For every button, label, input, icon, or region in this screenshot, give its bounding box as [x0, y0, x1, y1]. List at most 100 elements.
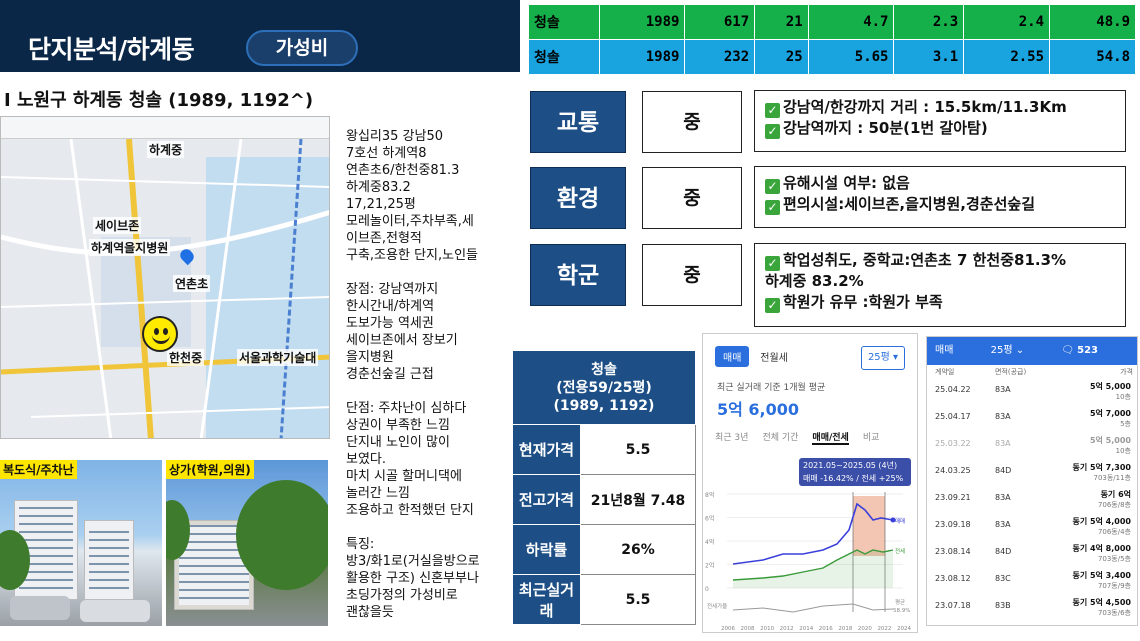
summary-key: 전고가격 — [512, 474, 581, 525]
tx-row[interactable]: 24.03.25 84D 동기 5억 7,300 703동/11층 — [935, 462, 1133, 486]
note-line: 괜찮을듯 — [346, 605, 394, 620]
rating-grade: 중 — [642, 91, 742, 153]
rating-detail-text: 유해시설 여부: 없음 — [783, 174, 910, 192]
tx-price: 동기 5억 3,400 — [1072, 571, 1131, 580]
period-tab[interactable]: 매매/전세 — [812, 430, 849, 445]
tx-date: 23.08.12 — [935, 574, 971, 583]
tx-price: 동기 5억 4,000 — [1072, 517, 1131, 526]
tx-row[interactable]: 23.08.14 84D 동기 4억 8,000 703동/5층 — [935, 543, 1133, 567]
comment-count: 523 — [1077, 345, 1099, 356]
note-line: 을지병원 — [346, 350, 394, 365]
y-tick-label: 0 — [705, 586, 709, 593]
rating-details: ✓ 유해시설 여부: 없음 ✓ 편의시설:세이브존,을지병원,경춘선숲길 — [754, 166, 1126, 228]
note-line: 한시간내/하계역 — [346, 299, 435, 314]
tx-row[interactable]: 25.03.22 83A 5억 5,000 10층 — [935, 435, 1133, 459]
rating-detail-text: 강남역/한강까지 거리 : 15.5km/11.3Km — [783, 98, 1067, 116]
rating-details: ✓ 학업성취도, 중학교:연촌초 7 한천중81.3% 하계중 83.2% ✓ 학원가 … — [754, 243, 1126, 327]
tx-floor: 10층 — [1115, 393, 1131, 401]
title-bar: 단지분석/하계동 가성비 — [0, 0, 520, 72]
comparison-row: 청솔 1989 232 25 5.65 3.1 2.55 54.8 — [528, 39, 1136, 75]
tx-floor: 706동/8층 — [1097, 501, 1131, 509]
note-line: 단점: 주차난이 심하다 — [346, 401, 467, 416]
y-tick-label: 6억 — [705, 515, 714, 523]
summary-row: 전고가격 21년8월 7.48 — [512, 474, 696, 525]
x-tick-label: 2020 — [858, 626, 872, 632]
tx-row[interactable]: 23.07.18 83B 동기 5억 4,500 703동/6층 — [935, 597, 1133, 621]
note-line: 장점: 강남역까지 — [346, 282, 439, 297]
y-tick-label: 4억 — [705, 538, 714, 546]
note-line: 마치 시골 할머니댁에 — [346, 469, 462, 484]
tab-sale[interactable]: 매매 — [715, 346, 750, 367]
x-tick-label: 2018 — [838, 626, 852, 632]
bell-icon[interactable]: ♫ — [1135, 337, 1137, 365]
note-line: 놀러간 느낌 — [346, 486, 410, 501]
summary-key: 하락률 — [512, 524, 581, 575]
tx-date: 25.04.17 — [935, 412, 971, 421]
rating-detail-line: ✓ 편의시설:세이브존,을지병원,경춘선숲길 — [765, 194, 1115, 215]
photo-corridor-building: 복도식/주차난 — [0, 460, 162, 626]
tx-row[interactable]: 25.04.22 83A 5억 5,000 10층 — [935, 381, 1133, 405]
comparison-cell: 54.8 — [1049, 39, 1136, 75]
note-line: 조용하고 한적했던 단지 — [346, 503, 474, 518]
size-select[interactable]: 25평 ▾ — [861, 346, 905, 370]
check-icon: ✓ — [765, 179, 780, 194]
comparison-cell: 2.4 — [963, 4, 1051, 40]
comparison-cell: 21 — [754, 4, 809, 40]
series-label-sale: 매매 — [895, 517, 905, 525]
rating-detail-line: ✓ 학원가 유무 :학원가 부족 — [765, 292, 1115, 313]
period-tab[interactable]: 비교 — [863, 430, 880, 443]
summary-row: 현재가격 5.5 — [512, 424, 696, 475]
footer-ratio-label: 전세가율 — [707, 602, 727, 610]
summary-value: 5.5 — [580, 574, 696, 625]
rating-details: ✓ 강남역/한강까지 거리 : 15.5km/11.3Km ✓ 강남역까지 : 50분… — [754, 90, 1126, 152]
y-tick-label: 8억 — [705, 491, 714, 499]
map-view: 하계중 세이브존 하계역을지병원 연촌초 한천중 서울과학기술대 — [0, 116, 330, 439]
comment-icon[interactable]: 🗨︎ 523 — [1061, 337, 1098, 365]
comparison-cell: 2.55 — [963, 39, 1051, 75]
tx-floor: 706동/4층 — [1097, 528, 1131, 536]
rating-detail-text: 편의시설:세이브존,을지병원,경춘선숲길 — [783, 195, 1035, 213]
tx-deal-type[interactable]: 매매 — [935, 337, 953, 365]
period-tab[interactable]: 전체 기간 — [762, 430, 798, 443]
x-tick-label: 2008 — [741, 626, 755, 632]
price-chart-card: 매매 전월세 25평 ▾ 최근 실거래 기준 1개월 평균 5억 6,000 최… — [702, 333, 918, 633]
comparison-cell: 4.7 — [807, 4, 895, 40]
tx-row[interactable]: 23.09.18 83A 동기 5억 4,000 706동/4층 — [935, 516, 1133, 540]
page-title: 단지분석/하계동 — [28, 35, 195, 64]
tx-row[interactable]: 25.04.17 83A 5억 7,000 5층 — [935, 408, 1133, 432]
tx-floor: 10층 — [1115, 447, 1131, 455]
deal-type-tabs: 매매 전월세 — [715, 346, 796, 367]
summary-value: 26% — [580, 524, 696, 575]
x-tick-label: 2006 — [721, 626, 735, 632]
tx-area: 83A — [995, 439, 1011, 448]
tx-size-select[interactable]: 25평 ⌄ — [991, 337, 1024, 365]
map-toolbar — [1, 117, 329, 139]
tx-date: 23.09.21 — [935, 493, 971, 502]
summary-row: 하락률 26% — [512, 524, 696, 575]
note-line: 상권이 부족한 느낌 — [346, 418, 450, 433]
comparison-table: 청솔 1989 617 21 4.7 2.3 2.4 48.9 청솔 1989 232 25 5.65 3… — [528, 4, 1136, 75]
summary-header-line: 청솔 — [591, 361, 617, 378]
note-line: 단지내 노인이 많이 — [346, 435, 450, 450]
note-line: 세이브존에서 장보기 — [346, 333, 458, 348]
tx-area: 83A — [995, 520, 1011, 529]
tx-floor: 703동/5층 — [1097, 555, 1131, 563]
note-line: 17,21,25평 — [346, 197, 416, 212]
tx-row[interactable]: 23.08.12 83C 동기 5억 3,400 707동/9층 — [935, 570, 1133, 594]
note-line: 경춘선숲길 근접 — [346, 367, 434, 382]
tab-jeonse[interactable]: 전월세 — [752, 346, 796, 367]
rating-detail-line: ✓ 강남역/한강까지 거리 : 15.5km/11.3Km — [765, 97, 1115, 118]
tx-price: 동기 4억 8,000 — [1072, 544, 1131, 553]
chart-tooltip: 2021.05~2025.05 (4년) 매매 -16.42% / 전세 +25… — [799, 458, 911, 486]
map-label-hancheon: 한천중 — [167, 349, 205, 366]
tx-date: 25.03.22 — [935, 439, 971, 448]
note-spacer — [346, 383, 516, 400]
note-line: 하계중83.2 — [346, 180, 411, 195]
comparison-cell: 3.1 — [893, 39, 965, 75]
period-tab[interactable]: 최근 3년 — [715, 430, 748, 443]
check-icon: ✓ — [765, 200, 780, 215]
tx-area: 83A — [995, 385, 1011, 394]
field-notes: 왕십리35 강남50 7호선 하계역8 연촌초6/한천중81.3 하계중83.2 17,… — [346, 128, 516, 621]
tx-row[interactable]: 23.09.21 83A 동기 6억 706동/8층 — [935, 489, 1133, 513]
rating-label: 교통 — [530, 91, 626, 153]
